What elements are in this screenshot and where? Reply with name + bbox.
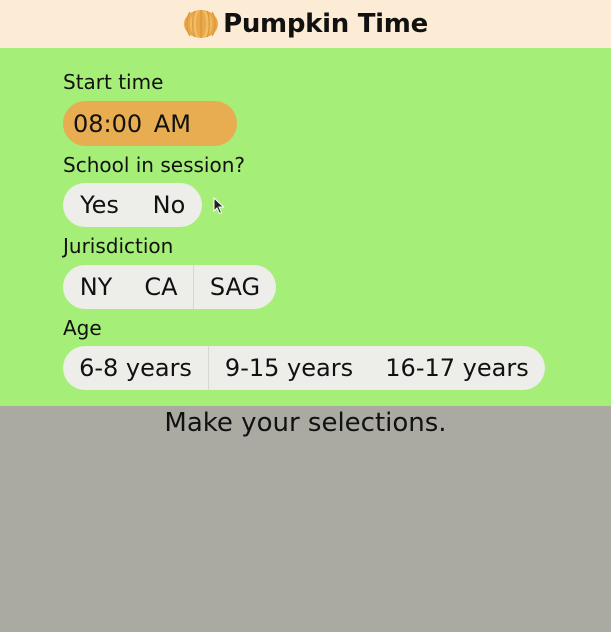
pumpkin-icon [184,10,219,38]
school-in-session-label: School in session? [63,153,245,177]
school-yes-option[interactable]: Yes [63,183,136,227]
jurisdiction-sag-option[interactable]: SAG [193,265,276,309]
school-no-option[interactable]: No [136,183,202,227]
jurisdiction-ca-option[interactable]: CA [129,265,193,309]
school-in-session-toggle: Yes No [63,183,202,227]
start-time-input[interactable]: 08:00 AM [63,101,237,146]
age-9-15-option[interactable]: 9-15 years [208,346,369,390]
jurisdiction-label: Jurisdiction [63,234,174,258]
mouse-cursor-icon [213,197,225,215]
age-toggle: 6-8 years 9-15 years 16-17 years [63,346,545,390]
age-6-8-option[interactable]: 6-8 years [63,346,208,390]
start-time-label: Start time [63,70,164,94]
age-label: Age [63,316,102,340]
age-16-17-option[interactable]: 16-17 years [369,346,545,390]
jurisdiction-toggle: NY CA SAG [63,265,276,309]
status-message: Make your selections. [164,408,447,438]
app-title: Pumpkin Time [223,9,428,39]
app-header: Pumpkin Time [0,0,611,48]
jurisdiction-ny-option[interactable]: NY [63,265,129,309]
